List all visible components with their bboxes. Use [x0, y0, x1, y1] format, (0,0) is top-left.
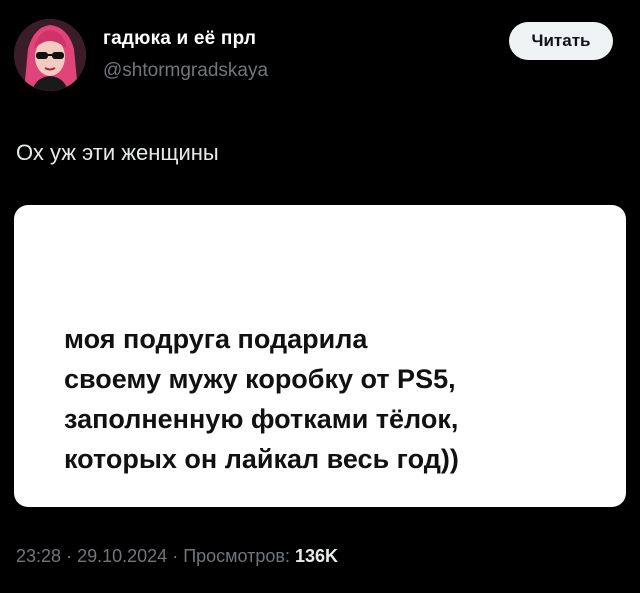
- media-caption-text: моя подруга подарила своему мужу коробку…: [64, 324, 459, 474]
- views-count[interactable]: 136K: [295, 546, 338, 566]
- follow-button[interactable]: Читать: [509, 22, 613, 60]
- meta-separator: ·: [66, 546, 73, 566]
- tweet-time[interactable]: 23:28: [16, 546, 61, 566]
- tweet-date[interactable]: 29.10.2024: [77, 546, 167, 566]
- avatar[interactable]: [14, 19, 86, 91]
- author-display-name[interactable]: гадюка и её прл: [103, 28, 256, 50]
- user-avatar-photo-icon: [14, 19, 86, 91]
- views-label: Просмотров:: [183, 546, 290, 566]
- tweet-media-image[interactable]: моя подруга подарила своему мужу коробку…: [14, 205, 626, 507]
- author-handle[interactable]: @shtormgradskaya: [103, 60, 268, 82]
- tweet: гадюка и её прл @shtormgradskaya Читать …: [0, 0, 640, 593]
- meta-separator: ·: [172, 546, 179, 566]
- tweet-meta: 23:28 · 29.10.2024 · Просмотров: 136K: [16, 546, 338, 567]
- tweet-text: Ох уж эти женщины: [16, 140, 219, 165]
